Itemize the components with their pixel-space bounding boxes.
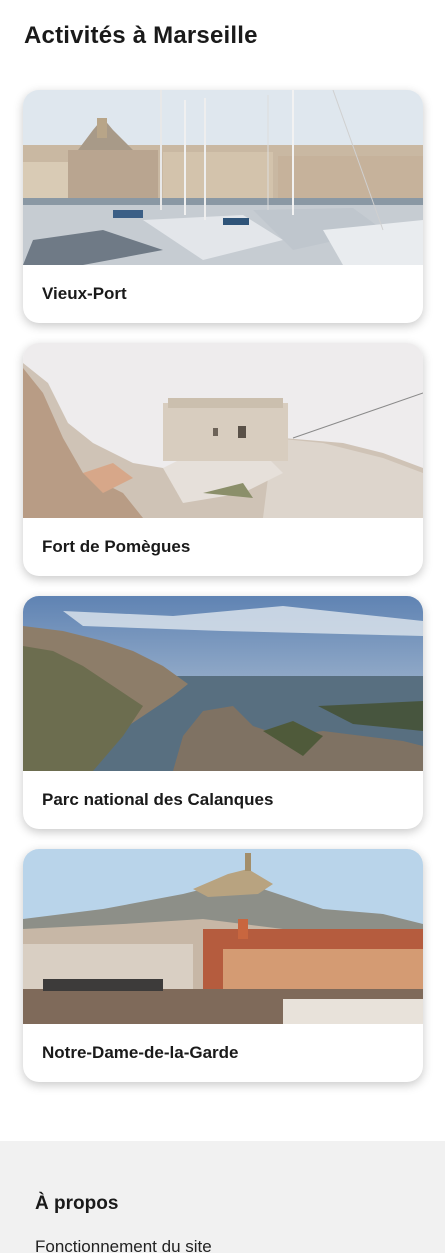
- activity-card-label: Notre-Dame-de-la-Garde: [42, 1043, 239, 1062]
- activity-card-notre-dame-de-la-garde[interactable]: Notre-Dame-de-la-Garde: [23, 849, 423, 1082]
- calanques-image: [23, 596, 423, 771]
- notre-dame-de-la-garde-image: [23, 849, 423, 1024]
- page-title: Activités à Marseille: [24, 22, 258, 49]
- activity-card-fort-de-pomegues[interactable]: Fort de Pomègues: [23, 343, 423, 576]
- footer-link-how-it-works[interactable]: Fonctionnement du site: [35, 1237, 212, 1257]
- footer-heading: À propos: [35, 1193, 119, 1214]
- activity-card-vieux-port[interactable]: Vieux-Port: [23, 90, 423, 323]
- vieux-port-image: [23, 90, 423, 265]
- activity-card-label: Parc national des Calanques: [42, 790, 274, 809]
- fort-de-pomegues-image: [23, 343, 423, 518]
- activity-list: Vieux-Port Fort de Pomègues Parc nationa…: [23, 90, 423, 1102]
- activity-card-calanques[interactable]: Parc national des Calanques: [23, 596, 423, 829]
- activity-card-label: Fort de Pomègues: [42, 537, 191, 556]
- activity-card-label: Vieux-Port: [42, 284, 127, 303]
- footer: À propos Fonctionnement du site: [0, 1141, 445, 1256]
